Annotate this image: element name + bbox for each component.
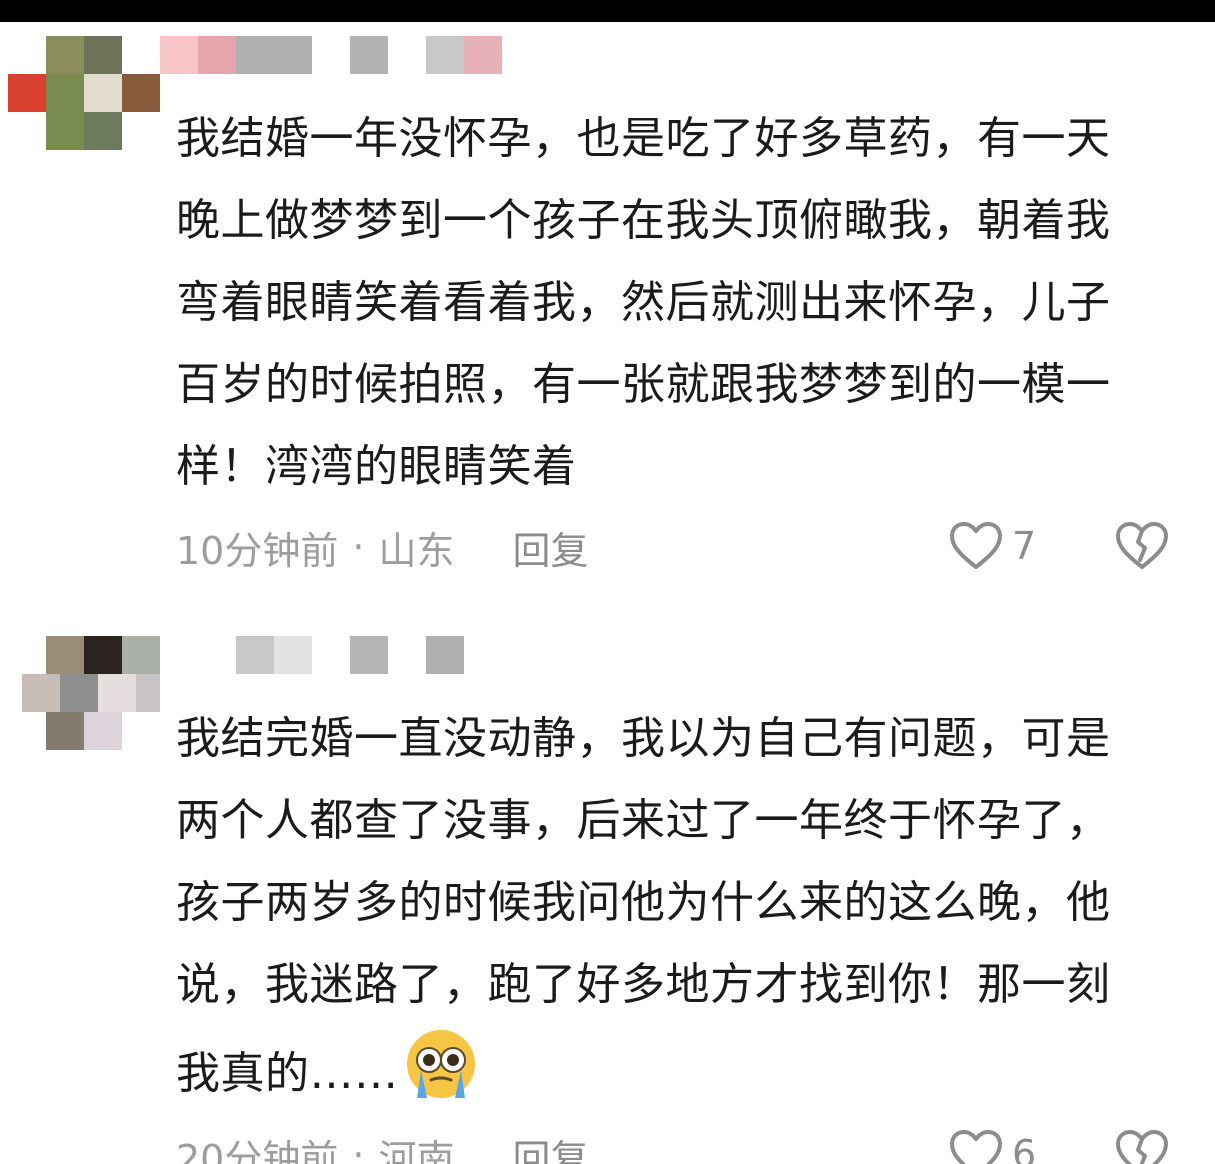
dislike-button[interactable] (1114, 1128, 1170, 1164)
mosaic-block (160, 36, 198, 74)
broken-heart-icon (1116, 522, 1168, 569)
like-count: 6 (1012, 1132, 1037, 1164)
mosaic-block (350, 636, 388, 674)
avatar-pixel (46, 36, 84, 74)
avatar-pixel (46, 636, 84, 674)
comment-meta: 20分钟前 · 河南 回复 (176, 1130, 588, 1164)
comment-item: 我结婚一年没怀孕，也是吃了好多草药，有一天晚上做梦梦到一个孩子在我头顶俯瞰我，朝… (0, 22, 1215, 602)
comment-location: 山东 (378, 528, 455, 573)
avatar-pixel (98, 674, 136, 712)
mosaic-block (236, 36, 312, 74)
comment-item: 我结完婚一直没动静，我以为自己有问题，可是两个人都查了没事，后来过了一年终于怀孕… (0, 622, 1215, 1164)
avatar-pixel (122, 74, 160, 112)
avatar-pixel (84, 712, 122, 750)
avatar-pixel (22, 674, 60, 712)
username-mosaic[interactable] (160, 36, 520, 76)
comment-text-content: 我结完婚一直没动静，我以为自己有问题，可是两个人都查了没事，后来过了一年终于怀孕… (176, 713, 1111, 1099)
like-button[interactable]: 7 (948, 518, 1036, 574)
comment-time: 20分钟前 (176, 1136, 339, 1164)
mosaic-block (274, 636, 312, 674)
mosaic-block (464, 36, 502, 74)
mosaic-block (426, 636, 464, 674)
avatar-pixel (84, 112, 122, 150)
avatar-pixel (84, 36, 122, 74)
avatar-pixel (84, 636, 122, 674)
avatar-pixel (46, 712, 84, 750)
username-mosaic[interactable] (160, 636, 520, 676)
crying-face-emoji (406, 1030, 475, 1098)
avatar-pixel (46, 74, 84, 112)
dislike-button[interactable] (1114, 520, 1170, 572)
mosaic-block (350, 36, 388, 74)
meta-separator: · (352, 525, 365, 569)
like-count: 7 (1012, 524, 1037, 568)
comment-text: 我结完婚一直没动静，我以为自己有问题，可是两个人都查了没事，后来过了一年终于怀孕… (176, 698, 1151, 1115)
heart-outline-icon (950, 522, 1002, 569)
reply-button[interactable]: 回复 (512, 1128, 588, 1164)
comment-meta: 10分钟前 · 山东 回复 (176, 520, 588, 575)
comment-text: 我结婚一年没怀孕，也是吃了好多草药，有一天晚上做梦梦到一个孩子在我头顶俯瞰我，朝… (176, 113, 1111, 492)
avatar-pixel (122, 636, 160, 674)
avatar-pixel (46, 112, 84, 150)
mosaic-block (198, 36, 236, 74)
avatar[interactable] (8, 636, 160, 752)
like-button[interactable]: 6 (948, 1126, 1036, 1164)
comment-location: 河南 (378, 1136, 455, 1164)
mosaic-block (426, 36, 464, 74)
avatar-pixel (60, 674, 98, 712)
broken-heart-icon (1116, 1130, 1168, 1164)
avatar[interactable] (8, 36, 160, 152)
avatar-pixel (8, 74, 46, 112)
avatar-pixel (84, 74, 122, 112)
comment-time: 10分钟前 (176, 528, 339, 573)
heart-outline-icon (950, 1130, 1002, 1164)
comment-list-page: 我结婚一年没怀孕，也是吃了好多草药，有一天晚上做梦梦到一个孩子在我头顶俯瞰我，朝… (0, 0, 1215, 1164)
avatar-pixel (136, 674, 160, 712)
meta-separator: · (352, 1133, 365, 1164)
status-bar (0, 0, 1215, 22)
mosaic-block (236, 636, 274, 674)
reply-button[interactable]: 回复 (512, 520, 588, 575)
